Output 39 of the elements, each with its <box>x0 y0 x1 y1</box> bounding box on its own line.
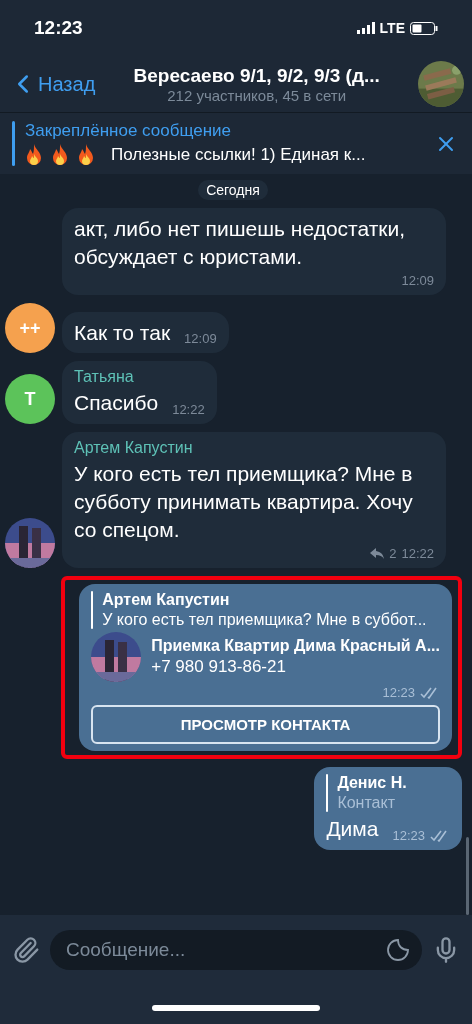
date-label: Сегодня <box>198 180 268 200</box>
message-text: У кого есть тел приемщика? Мне в субботу принимать квартира. Хочу со спецом. <box>74 461 414 543</box>
message-field[interactable]: Сообщение... <box>50 930 422 970</box>
contact-name: Приемка Квартир Дима Красный А... <box>151 637 440 656</box>
reply-count: 2 <box>389 546 397 562</box>
message-time: 12:22 <box>172 402 205 418</box>
signal-icon <box>356 22 375 34</box>
fire-icon <box>77 144 95 166</box>
message-time: 12:09 <box>184 331 217 347</box>
chat-title: Вересаево 9/1, 9/2, 9/3 (д... <box>133 64 380 87</box>
back-button[interactable]: Назад <box>8 69 96 99</box>
sticker-icon[interactable] <box>386 938 410 962</box>
battery-icon <box>410 21 438 35</box>
pinned-text[interactable]: Полезные ссылки! 1) Единая к... <box>111 145 366 165</box>
message-text: Дима <box>326 816 379 843</box>
contact-phone: +7 980 913-86-21 <box>151 657 287 678</box>
message-time: 12:23 <box>382 685 415 701</box>
message-text: акт, либо нет пишешь недостатки, обсуждает с юристами. <box>74 216 407 270</box>
reply-icon <box>370 548 385 560</box>
status-time: 12:23 <box>34 17 83 39</box>
chat-subtitle: 212 участников, 45 в сети <box>167 86 347 104</box>
network-label: LTE <box>379 20 405 36</box>
sender-name: Артем Капустин <box>74 439 194 458</box>
attach-icon[interactable] <box>12 936 40 964</box>
pinned-title[interactable]: Закреплённое сообщение <box>25 121 424 141</box>
reply-sender: Артем Капустин <box>102 591 231 610</box>
reply-sender: Денис Н. <box>337 774 407 793</box>
message-time: 12:22 <box>401 546 434 562</box>
fire-icon <box>25 144 43 166</box>
view-contact-button[interactable]: ПРОСМОТР КОНТАКТА <box>91 705 440 745</box>
message-text: Спасибо <box>74 390 159 417</box>
message-time: 12:09 <box>401 273 434 289</box>
reply-text: У кого есть тел приемщика? Мне в суббот... <box>102 611 427 630</box>
sender-name: Татьяна <box>74 368 135 387</box>
message-time: 12:23 <box>392 828 425 844</box>
reply-text: Контакт <box>337 794 396 813</box>
message-text: Как то так <box>74 319 171 346</box>
fire-icon <box>51 144 69 166</box>
message-input[interactable]: Сообщение... <box>64 938 386 962</box>
